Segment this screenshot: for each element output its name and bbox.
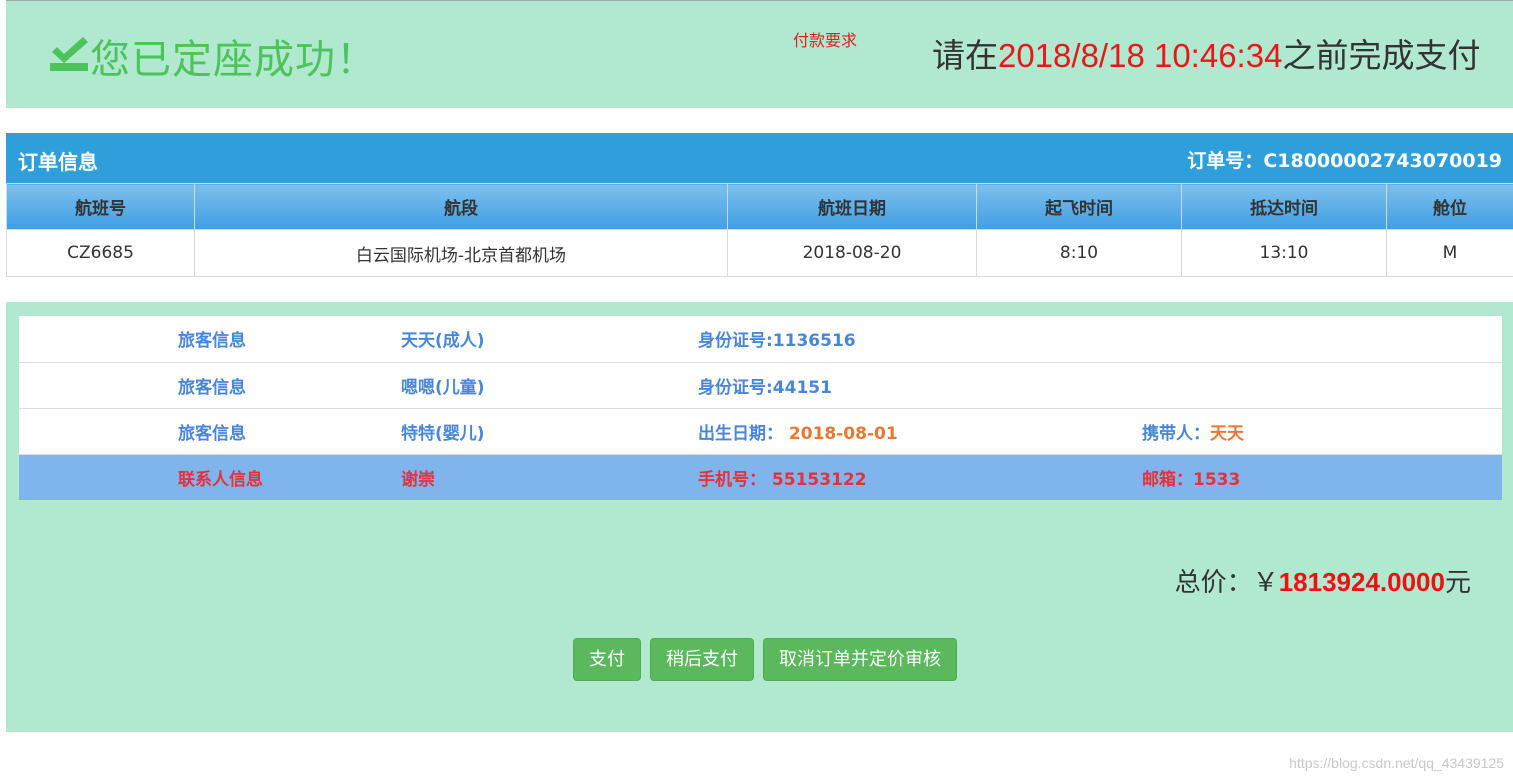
passenger-id: 身份证号:1136516 [698, 316, 1142, 363]
table-row: CZ6685 白云国际机场-北京首都机场 2018-08-20 8:10 13:… [6, 229, 1513, 277]
passenger-name: 天天(成人) [401, 316, 698, 363]
action-buttons: 支付 稍后支付 取消订单并定价审核 [573, 638, 957, 681]
table-row: 旅客信息 特特(婴儿) 出生日期： 2018-08-01 携带人：天天 [19, 408, 1502, 455]
booking-success-message: 您已定座成功！ [90, 37, 377, 83]
col-departure: 起飞时间 [976, 183, 1182, 230]
infant-carrier: 携带人：天天 [1142, 408, 1502, 455]
phone-label: 手机号： [698, 469, 766, 490]
payment-requirement-link[interactable]: 付款要求 [793, 27, 857, 51]
order-info-card: 订单信息 订单号：C18000002743070019 航班号 航段 航班日期 … [6, 133, 1513, 277]
contact-row: 联系人信息 谢崇 手机号： 55153122 邮箱：1533 [19, 454, 1502, 500]
passenger-id: 身份证号:44151 [698, 362, 1142, 409]
passenger-panel: 旅客信息 天天(成人) 身份证号:1136516 旅客信息 嗯嗯(儿童) 身份证… [6, 302, 1513, 732]
passenger-label: 旅客信息 [19, 408, 401, 455]
flight-route: 白云国际机场-北京首都机场 [194, 229, 728, 277]
col-arrival: 抵达时间 [1181, 183, 1387, 230]
empty-cell [1142, 316, 1502, 363]
total-price: 总价：￥1813924.0000元 [1175, 562, 1471, 599]
email-value: 1533 [1193, 469, 1241, 490]
passenger-name: 嗯嗯(儿童) [401, 362, 698, 409]
contact-phone: 手机号： 55153122 [698, 454, 1142, 500]
passenger-label: 旅客信息 [19, 316, 401, 363]
col-date: 航班日期 [727, 183, 977, 230]
cabin-class: M [1386, 229, 1513, 277]
table-row: 旅客信息 嗯嗯(儿童) 身份证号:44151 [19, 362, 1502, 409]
success-banner: 您已定座成功！ 付款要求 请在2018/8/18 10:46:34之前完成支付 [6, 0, 1513, 108]
deadline-prefix: 请在 [932, 36, 998, 75]
deadline-datetime: 2018/8/18 10:46:34 [998, 37, 1283, 74]
col-cabin: 舱位 [1386, 183, 1513, 230]
passenger-table: 旅客信息 天天(成人) 身份证号:1136516 旅客信息 嗯嗯(儿童) 身份证… [19, 316, 1502, 500]
total-unit: 元 [1444, 568, 1471, 598]
contact-name: 谢崇 [401, 454, 698, 500]
contact-email: 邮箱：1533 [1142, 454, 1502, 500]
order-header: 订单信息 订单号：C18000002743070019 [6, 133, 1513, 183]
flight-no: CZ6685 [6, 229, 195, 277]
carrier-name: 天天 [1210, 423, 1244, 444]
birth-date: 2018-08-01 [788, 423, 898, 444]
contact-label: 联系人信息 [19, 454, 401, 500]
order-title: 订单信息 [18, 150, 98, 174]
passenger-label: 旅客信息 [19, 362, 401, 409]
passenger-name: 特特(婴儿) [401, 408, 698, 455]
infant-birth: 出生日期： 2018-08-01 [698, 408, 1142, 455]
flight-table: 航班号 航段 航班日期 起飞时间 抵达时间 舱位 CZ6685 白云国际机场-北… [6, 183, 1513, 277]
total-label: 总价：￥ [1174, 568, 1279, 598]
checkmark-icon [50, 37, 88, 71]
departure-time: 8:10 [976, 229, 1182, 277]
carrier-label: 携带人： [1142, 423, 1210, 444]
birth-label: 出生日期： [698, 423, 783, 444]
total-amount: 1813924.0000 [1278, 567, 1445, 597]
deadline-suffix: 之前完成支付 [1282, 36, 1481, 75]
email-label: 邮箱： [1142, 469, 1193, 490]
cancel-review-button[interactable]: 取消订单并定价审核 [763, 638, 957, 681]
col-flight-no: 航班号 [6, 183, 195, 230]
flight-table-header: 航班号 航段 航班日期 起飞时间 抵达时间 舱位 [6, 183, 1513, 230]
order-number-label: 订单号： [1187, 150, 1264, 172]
watermark: https://blog.csdn.net/qq_43439125 [1289, 755, 1504, 771]
order-number-value: C18000002743070019 [1263, 150, 1502, 172]
phone-value: 55153122 [771, 469, 867, 490]
table-row: 旅客信息 天天(成人) 身份证号:1136516 [19, 316, 1502, 363]
pay-button[interactable]: 支付 [573, 638, 641, 681]
pay-later-button[interactable]: 稍后支付 [650, 638, 754, 681]
col-route: 航段 [194, 183, 728, 230]
empty-cell [1142, 362, 1502, 409]
payment-deadline: 请在2018/8/18 10:46:34之前完成支付 [932, 29, 1480, 77]
flight-date: 2018-08-20 [727, 229, 977, 277]
order-number: 订单号：C18000002743070019 [1187, 146, 1502, 173]
arrival-time: 13:10 [1181, 229, 1387, 277]
